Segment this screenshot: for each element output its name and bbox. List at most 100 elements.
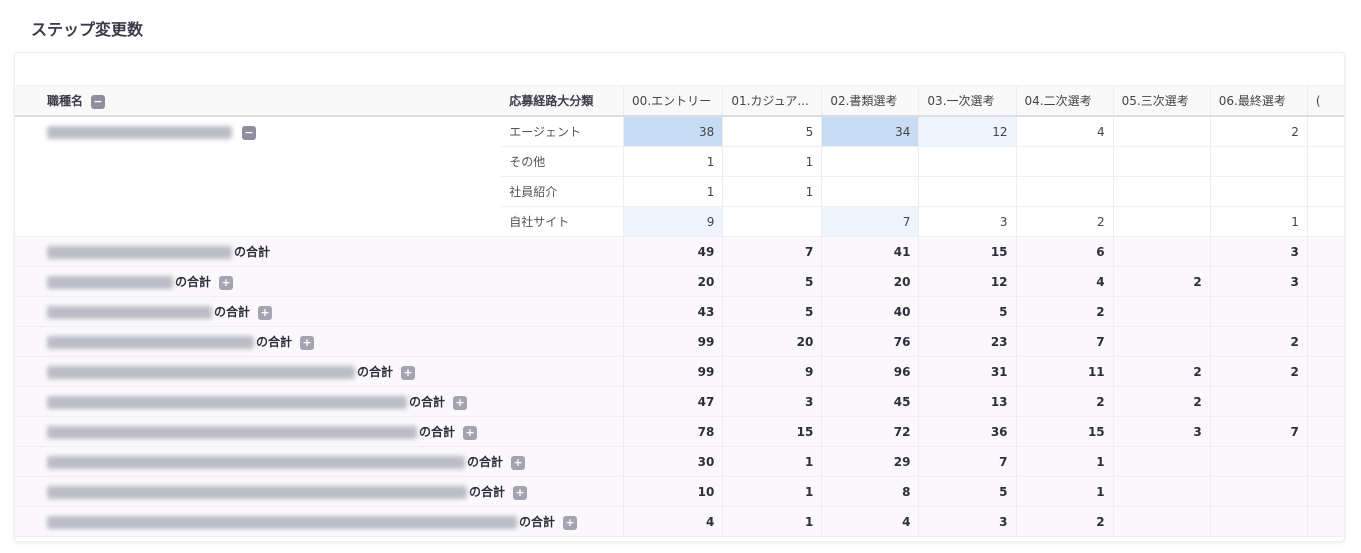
total-value-cell[interactable]: 12 <box>918 266 1017 297</box>
total-value-cell[interactable]: 20 <box>722 326 822 357</box>
total-value-cell[interactable]: 9 <box>722 356 822 387</box>
total-value-cell[interactable] <box>1209 446 1308 477</box>
total-value-cell[interactable]: 41 <box>821 236 919 267</box>
value-cell[interactable] <box>1112 176 1211 207</box>
expand-plus-icon[interactable]: + <box>511 455 526 470</box>
value-cell[interactable] <box>1209 176 1308 207</box>
value-cell[interactable]: 2 <box>1015 206 1114 237</box>
total-value-cell[interactable] <box>1112 506 1211 537</box>
expand-plus-icon[interactable]: + <box>453 395 468 410</box>
total-value-cell[interactable]: 72 <box>821 416 919 447</box>
total-value-cell[interactable] <box>1209 476 1308 507</box>
value-cell[interactable]: 1 <box>722 176 822 207</box>
step-header[interactable]: 00.エントリー <box>623 86 723 117</box>
value-cell[interactable] <box>1112 146 1211 177</box>
total-value-cell[interactable]: 99 <box>623 356 723 387</box>
total-value-cell[interactable] <box>1112 236 1211 267</box>
total-value-cell[interactable]: 40 <box>821 296 919 327</box>
total-value-cell[interactable]: 78 <box>623 416 723 447</box>
value-cell[interactable] <box>1306 116 1344 147</box>
value-cell[interactable] <box>722 206 822 237</box>
value-cell[interactable] <box>1306 146 1344 177</box>
value-cell[interactable] <box>918 176 1017 207</box>
total-value-cell[interactable] <box>1209 386 1308 417</box>
value-cell[interactable]: 2 <box>1209 116 1308 147</box>
total-value-cell[interactable] <box>1306 356 1344 387</box>
collapse-minus-icon[interactable]: − <box>242 125 256 140</box>
total-value-cell[interactable]: 2 <box>1112 356 1211 387</box>
total-value-cell[interactable]: 30 <box>623 446 723 477</box>
total-value-cell[interactable]: 10 <box>623 476 723 507</box>
total-value-cell[interactable]: 15 <box>1015 416 1114 447</box>
total-value-cell[interactable]: 4 <box>821 506 919 537</box>
total-value-cell[interactable]: 2 <box>1209 356 1308 387</box>
value-cell[interactable]: 4 <box>1015 116 1114 147</box>
step-header[interactable]: 01.カジュア... <box>722 86 822 117</box>
total-value-cell[interactable]: 4 <box>623 506 723 537</box>
total-value-cell[interactable]: 76 <box>821 326 919 357</box>
total-value-cell[interactable]: 7 <box>918 446 1017 477</box>
expand-plus-icon[interactable]: + <box>258 305 273 320</box>
value-cell[interactable]: 12 <box>918 116 1017 147</box>
step-header[interactable]: ( <box>1306 86 1344 117</box>
value-cell[interactable]: 5 <box>722 116 822 147</box>
total-value-cell[interactable]: 5 <box>918 296 1017 327</box>
total-value-cell[interactable]: 23 <box>918 326 1017 357</box>
value-cell[interactable] <box>1306 206 1344 237</box>
total-value-cell[interactable]: 20 <box>623 266 723 297</box>
value-cell[interactable]: 38 <box>623 116 723 147</box>
value-cell[interactable] <box>821 176 919 207</box>
total-value-cell[interactable] <box>1306 266 1344 297</box>
expand-plus-icon[interactable]: + <box>401 365 416 380</box>
total-value-cell[interactable]: 1 <box>1015 476 1114 507</box>
expand-plus-icon[interactable]: + <box>463 425 478 440</box>
value-cell[interactable]: 1 <box>623 146 723 177</box>
value-cell[interactable]: 9 <box>623 206 723 237</box>
expand-plus-icon[interactable]: + <box>513 485 528 500</box>
total-value-cell[interactable]: 8 <box>821 476 919 507</box>
value-cell[interactable]: 34 <box>821 116 919 147</box>
step-header[interactable]: 02.書類選考 <box>821 86 919 117</box>
total-value-cell[interactable]: 15 <box>918 236 1017 267</box>
total-value-cell[interactable]: 5 <box>918 476 1017 507</box>
total-value-cell[interactable]: 2 <box>1015 296 1114 327</box>
total-value-cell[interactable] <box>1112 326 1211 357</box>
value-cell[interactable] <box>1015 146 1114 177</box>
value-cell[interactable]: 3 <box>918 206 1017 237</box>
total-value-cell[interactable]: 5 <box>722 266 822 297</box>
total-value-cell[interactable]: 3 <box>918 506 1017 537</box>
total-value-cell[interactable]: 2 <box>1112 266 1211 297</box>
total-value-cell[interactable]: 11 <box>1015 356 1114 387</box>
value-cell[interactable] <box>1306 176 1344 207</box>
value-cell[interactable] <box>1015 176 1114 207</box>
step-header[interactable]: 04.二次選考 <box>1015 86 1114 117</box>
value-cell[interactable]: 7 <box>821 206 919 237</box>
step-header[interactable]: 06.最終選考 <box>1209 86 1308 117</box>
value-cell[interactable]: 1 <box>722 146 822 177</box>
total-value-cell[interactable]: 4 <box>1015 266 1114 297</box>
value-cell[interactable]: 1 <box>623 176 723 207</box>
total-value-cell[interactable] <box>1112 476 1211 507</box>
collapse-all-minus-icon[interactable]: − <box>91 94 106 109</box>
total-value-cell[interactable]: 1 <box>722 446 822 477</box>
total-value-cell[interactable] <box>1306 506 1344 537</box>
total-value-cell[interactable] <box>1306 386 1344 417</box>
value-cell[interactable] <box>1112 206 1211 237</box>
value-cell[interactable] <box>821 146 919 177</box>
total-value-cell[interactable]: 3 <box>1112 416 1211 447</box>
total-value-cell[interactable] <box>1209 506 1308 537</box>
value-cell[interactable] <box>918 146 1017 177</box>
expand-plus-icon[interactable]: + <box>300 335 315 350</box>
total-value-cell[interactable]: 2 <box>1015 506 1114 537</box>
total-value-cell[interactable]: 3 <box>722 386 822 417</box>
total-value-cell[interactable]: 13 <box>918 386 1017 417</box>
total-value-cell[interactable]: 7 <box>1015 326 1114 357</box>
total-value-cell[interactable] <box>1306 476 1344 507</box>
expand-plus-icon[interactable]: + <box>219 275 234 290</box>
total-value-cell[interactable] <box>1306 296 1344 327</box>
value-cell[interactable]: 1 <box>1209 206 1308 237</box>
total-value-cell[interactable] <box>1112 446 1211 477</box>
total-value-cell[interactable]: 45 <box>821 386 919 417</box>
total-value-cell[interactable]: 31 <box>918 356 1017 387</box>
total-value-cell[interactable]: 7 <box>722 236 822 267</box>
